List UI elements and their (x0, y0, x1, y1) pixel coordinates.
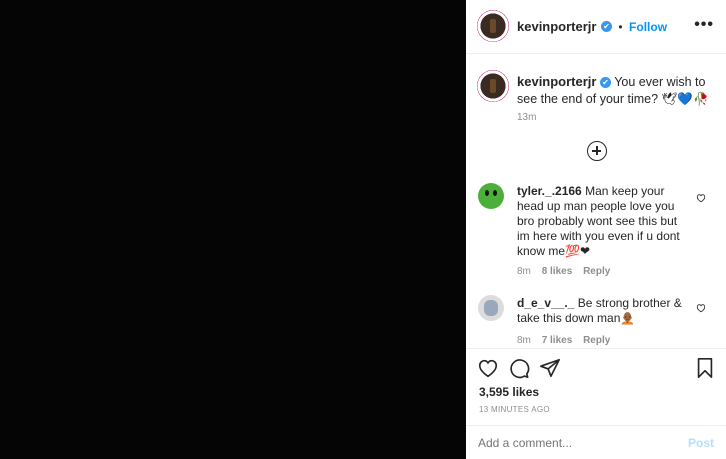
comment-composer: Post (466, 425, 726, 459)
header-separator: • (618, 20, 623, 34)
avatar-figure (490, 19, 496, 33)
comment-body: d_e_v__._ Be strong brother & take this … (517, 296, 687, 326)
header-title-row: kevinporterjr ✔ • Follow (517, 18, 667, 36)
post-header: kevinporterjr ✔ • Follow ••• (466, 0, 726, 54)
like-heart-icon[interactable] (477, 357, 499, 379)
author-avatar[interactable] (477, 10, 509, 42)
avatar-figure (484, 300, 498, 316)
comment-meta: 8m 7 likes Reply (517, 335, 610, 346)
comment-avatar[interactable] (478, 295, 504, 321)
comment-body: tyler._.2166 Man keep your head up man p… (517, 184, 687, 259)
caption-avatar-figure (490, 79, 496, 93)
comment-like-heart-icon[interactable] (696, 303, 706, 313)
comment-like-heart-icon[interactable] (696, 193, 706, 203)
comment-bubble-icon[interactable] (508, 357, 530, 379)
verified-badge-icon: ✔ (600, 21, 612, 33)
avatar-eye-right (493, 190, 497, 196)
load-more-comments-icon[interactable] (587, 141, 607, 161)
share-send-icon[interactable] (539, 357, 561, 379)
caption-avatar[interactable] (477, 70, 509, 102)
save-bookmark-icon[interactable] (694, 357, 716, 379)
caption-body: kevinporterjr ✔ You ever wish to see the… (517, 73, 712, 108)
post-media[interactable] (0, 0, 466, 459)
comment-input[interactable] (478, 436, 668, 450)
post-side-panel: kevinporterjr ✔ • Follow ••• kevinporter… (466, 0, 726, 459)
author-username[interactable]: kevinporterjr (517, 19, 596, 34)
comment-time[interactable]: 8m (517, 335, 531, 346)
caption-username[interactable]: kevinporterjr (517, 74, 596, 89)
follow-button[interactable]: Follow (629, 20, 667, 34)
comment-likes[interactable]: 7 likes (542, 335, 573, 346)
comment-time[interactable]: 8m (517, 266, 531, 277)
comment-reply-button[interactable]: Reply (583, 266, 610, 277)
post-comment-button[interactable]: Post (688, 436, 714, 450)
caption-time[interactable]: 13m (517, 112, 536, 123)
comment-username[interactable]: d_e_v__._ (517, 296, 574, 310)
comment-avatar[interactable] (478, 183, 504, 209)
more-options-icon[interactable]: ••• (694, 16, 714, 34)
avatar-eye-left (485, 190, 489, 196)
comment-likes[interactable]: 8 likes (542, 266, 573, 277)
comment-reply-button[interactable]: Reply (583, 335, 610, 346)
comment-username[interactable]: tyler._.2166 (517, 184, 582, 198)
likes-count[interactable]: 3,595 likes (479, 385, 539, 399)
comment-meta: 8m 8 likes Reply (517, 266, 610, 277)
caption-verified-badge-icon: ✔ (599, 77, 611, 89)
post-timestamp[interactable]: 13 MINUTES AGO (479, 405, 550, 414)
